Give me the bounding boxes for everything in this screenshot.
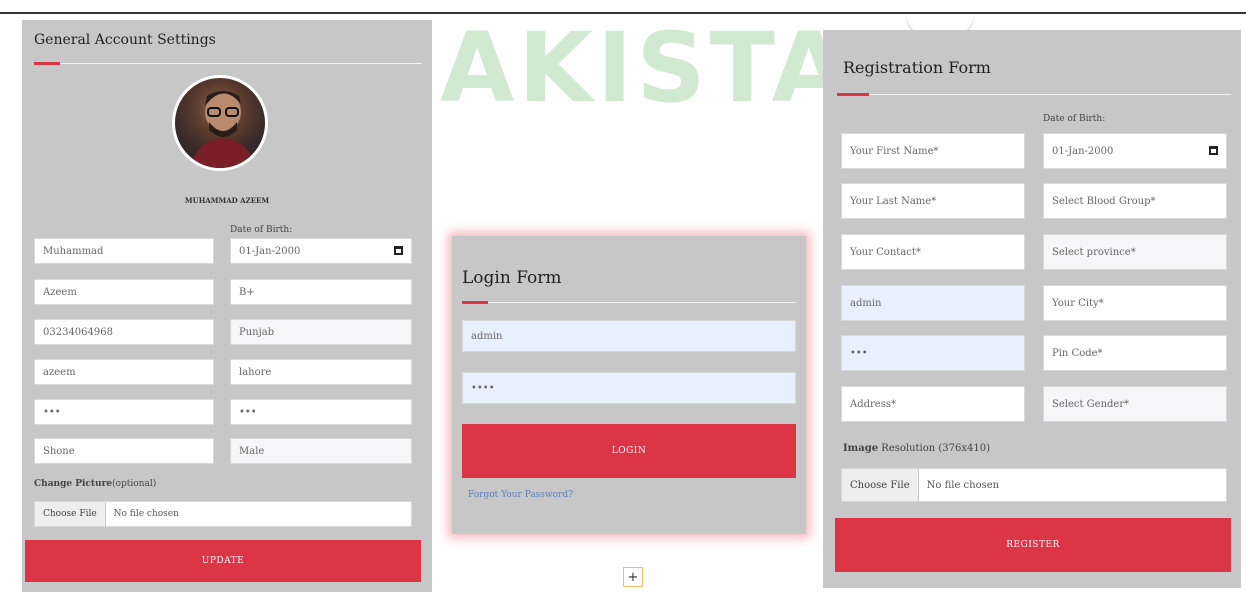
avatar — [172, 75, 268, 171]
no-file-text: No file chosen — [113, 509, 179, 519]
reg-contact-field[interactable]: Your Contact* — [841, 234, 1025, 270]
forgot-password-link[interactable]: Forgot Your Password? — [468, 490, 573, 500]
reg-calendar-icon[interactable] — [1209, 146, 1218, 155]
title-rule — [34, 63, 422, 64]
change-picture-label: Change Picture(optional) — [34, 479, 156, 489]
reg-dob-label: Date of Birth: — [1043, 114, 1106, 124]
reg-province-field[interactable]: Select province* — [1043, 234, 1227, 270]
registration-title-rule — [843, 94, 1231, 95]
dob-value: 01-Jan-2000 — [239, 245, 301, 257]
change-picture-text: Change Picture — [34, 479, 113, 489]
reg-no-file-text: No file chosen — [926, 479, 1000, 491]
password-field[interactable]: ••• — [34, 399, 214, 425]
reg-dob-field[interactable]: 01-Jan-2000 — [1043, 133, 1227, 169]
login-title-rule — [462, 302, 796, 303]
reg-pin-field[interactable]: Pin Code* — [1043, 335, 1227, 371]
login-password-field[interactable]: •••• — [462, 372, 796, 404]
reg-first-name-field[interactable]: Your First Name* — [841, 133, 1025, 169]
province-field[interactable]: Punjab — [230, 319, 412, 345]
pin-field[interactable]: ••• — [230, 399, 412, 425]
city-field[interactable]: lahore — [230, 359, 412, 385]
address-field[interactable]: Shone — [34, 438, 214, 464]
image-label-text: Image — [843, 443, 879, 454]
blood-group-field[interactable]: B+ — [230, 279, 412, 305]
image-resolution: Resolution (376x410) — [881, 443, 990, 454]
avatar-portrait — [190, 91, 256, 168]
registration-panel: Registration Form Date of Birth: Your Fi… — [823, 30, 1241, 588]
reg-blood-group-field[interactable]: Select Blood Group* — [1043, 183, 1227, 219]
title-accent — [34, 62, 60, 65]
account-settings-panel: General Account Settings MUHAMMAD AZEEM … — [22, 20, 432, 592]
update-button[interactable]: UPDATE — [25, 540, 421, 582]
username-field[interactable]: azeem — [34, 359, 214, 385]
plus-button[interactable]: + — [623, 567, 643, 587]
register-button[interactable]: REGISTER — [835, 518, 1231, 572]
reg-address-field[interactable]: Address* — [841, 386, 1025, 422]
login-title-accent — [462, 301, 488, 304]
last-name-field[interactable]: Azeem — [34, 279, 214, 305]
registration-title: Registration Form — [843, 58, 991, 77]
choose-file-button[interactable]: Choose File — [35, 502, 106, 526]
login-panel: Login Form admin •••• LOGIN Forgot Your … — [452, 236, 806, 534]
login-username-field[interactable]: admin — [462, 320, 796, 352]
reg-dob-value: 01-Jan-2000 — [1052, 145, 1114, 157]
dob-label: Date of Birth: — [230, 225, 293, 235]
account-settings-title: General Account Settings — [34, 32, 216, 48]
picture-file-input[interactable]: Choose File No file chosen — [34, 501, 412, 527]
user-name: MUHAMMAD AZEEM — [184, 196, 270, 205]
change-picture-optional: (optional) — [112, 479, 157, 489]
reg-choose-file-button[interactable]: Choose File — [842, 469, 919, 501]
reg-username-field[interactable]: admin — [841, 285, 1025, 321]
watermark-text: AKISTA — [440, 12, 850, 124]
reg-city-field[interactable]: Your City* — [1043, 285, 1227, 321]
contact-field[interactable]: 03234064968 — [34, 319, 214, 345]
reg-gender-field[interactable]: Select Gender* — [1043, 386, 1227, 422]
reg-password-field[interactable]: ••• — [841, 335, 1025, 371]
registration-title-accent — [837, 93, 869, 96]
login-button[interactable]: LOGIN — [462, 424, 796, 478]
dob-field[interactable]: 01-Jan-2000 — [230, 238, 412, 264]
reg-last-name-field[interactable]: Your Last Name* — [841, 183, 1025, 219]
reg-file-input[interactable]: Choose File No file chosen — [841, 468, 1227, 502]
gender-field[interactable]: Male — [230, 438, 412, 464]
first-name-field[interactable]: Muhammad — [34, 238, 214, 264]
calendar-icon[interactable] — [394, 246, 403, 255]
login-title: Login Form — [462, 268, 562, 288]
image-label: Image Resolution (376x410) — [843, 443, 990, 454]
